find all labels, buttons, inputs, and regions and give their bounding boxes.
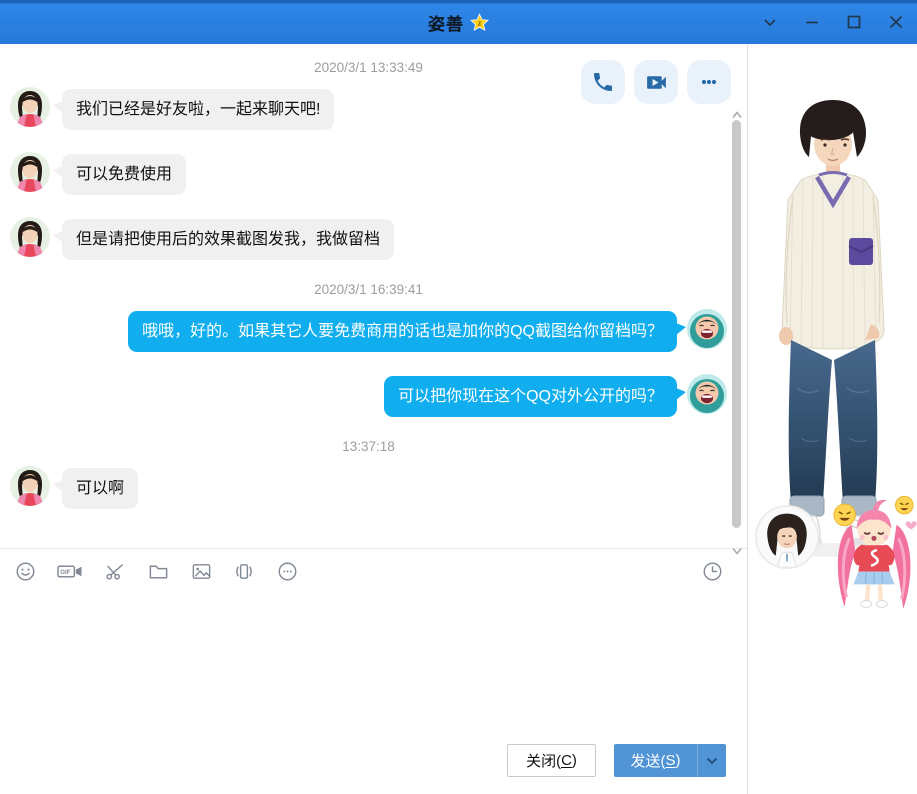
window-controls (759, 0, 907, 44)
call-action-bar (581, 60, 731, 104)
screenshot-scissors-icon[interactable] (102, 558, 128, 584)
qq-chat-window: { "window": { "title": "姿善", "star_icon"… (0, 0, 917, 794)
self-avatar[interactable] (687, 374, 727, 414)
message-bubble: 哦哦，好的。如果其它人要免费商用的话也是加你的QQ截图给你留档吗？ (128, 311, 677, 352)
contact-avatar[interactable] (10, 152, 50, 192)
incoming-message-row: 但是请把使用后的效果截图发我，我做留档 (10, 217, 727, 260)
send-label: 发送( (630, 750, 665, 771)
scrollbar-thumb[interactable] (732, 120, 741, 528)
message-list: 2020/3/1 13:33:49 我们已经是好友啦，一起来聊天吧! 可以免费使… (0, 44, 747, 548)
close-label: 关闭( (526, 750, 561, 771)
send-options-dropdown[interactable] (697, 744, 726, 777)
main-area: 2020/3/1 13:33:49 我们已经是好友啦，一起来聊天吧! 可以免费使… (0, 44, 917, 794)
window-shake-icon[interactable] (231, 558, 257, 584)
titlebar: 姿善 z (0, 0, 917, 44)
contact-avatar[interactable] (10, 87, 50, 127)
incoming-message-row: 可以免费使用 (10, 152, 727, 195)
send-button[interactable]: 发送(S) (614, 744, 726, 777)
rollup-chevron-icon[interactable] (759, 11, 781, 33)
contact-avatar[interactable] (10, 466, 50, 506)
send-image-icon[interactable] (188, 558, 214, 584)
contact-avatar[interactable] (10, 217, 50, 257)
video-call-button[interactable] (634, 60, 678, 104)
message-bubble: 可以啊 (62, 468, 138, 509)
message-bubble: 可以免费使用 (62, 154, 186, 195)
qq-show-panel (748, 44, 917, 794)
svg-text:z: z (478, 19, 482, 27)
timestamp: 2020/3/1 16:39:41 (10, 282, 727, 297)
minimize-icon[interactable] (801, 11, 823, 33)
scroll-up-icon[interactable] (732, 106, 742, 114)
vip-star-icon: z (470, 13, 489, 32)
composer-toolbar: GIF (0, 548, 747, 593)
more-actions-button[interactable] (687, 60, 731, 104)
send-file-folder-icon[interactable] (145, 558, 171, 584)
chibi-pet-character (830, 488, 917, 623)
footer-bar: 关闭(C) 发送(S) (0, 736, 747, 794)
scroll-down-icon[interactable] (732, 542, 742, 550)
message-bubble: 我们已经是好友啦，一起来聊天吧! (62, 89, 334, 130)
outgoing-message-row: 可以把你现在这个QQ对外公开的吗？ (10, 374, 727, 417)
send-hotkey: S (665, 752, 675, 769)
composer (0, 593, 747, 736)
send-label-suffix: ) (676, 752, 681, 769)
message-input[interactable] (0, 593, 747, 736)
send-label-wrap[interactable]: 发送(S) (614, 744, 697, 777)
voice-call-button[interactable] (581, 60, 625, 104)
close-icon[interactable] (885, 11, 907, 33)
gif-label: GIF (60, 569, 70, 576)
incoming-message-row: 可以啊 (10, 466, 727, 509)
close-button[interactable]: 关闭(C) (507, 744, 596, 777)
message-bubble: 可以把你现在这个QQ对外公开的吗？ (384, 376, 677, 417)
message-bubble: 但是请把使用后的效果截图发我，我做留档 (62, 219, 394, 260)
message-history-clock-icon[interactable] (699, 558, 725, 584)
contact-photo-avatar (755, 505, 819, 569)
outgoing-message-row: 哦哦，好的。如果其它人要免费商用的话也是加你的QQ截图给你留档吗？ (10, 309, 727, 352)
chevron-down-icon (706, 757, 718, 765)
emoji-icon[interactable] (12, 558, 38, 584)
maximize-icon[interactable] (843, 11, 865, 33)
timestamp: 13:37:18 (10, 439, 727, 454)
ellipsis-icon (697, 70, 721, 94)
close-label-suffix: ) (572, 752, 577, 769)
self-avatar[interactable] (687, 309, 727, 349)
chat-column: 2020/3/1 13:33:49 我们已经是好友啦，一起来聊天吧! 可以免费使… (0, 44, 748, 794)
more-tools-icon[interactable] (274, 558, 300, 584)
video-camera-icon (644, 70, 669, 95)
close-hotkey: C (561, 752, 572, 769)
window-title: 姿善 (428, 10, 464, 35)
chat-scrollbar (731, 106, 743, 550)
gif-hot-image-icon[interactable]: GIF (55, 558, 85, 584)
phone-icon (591, 70, 615, 94)
